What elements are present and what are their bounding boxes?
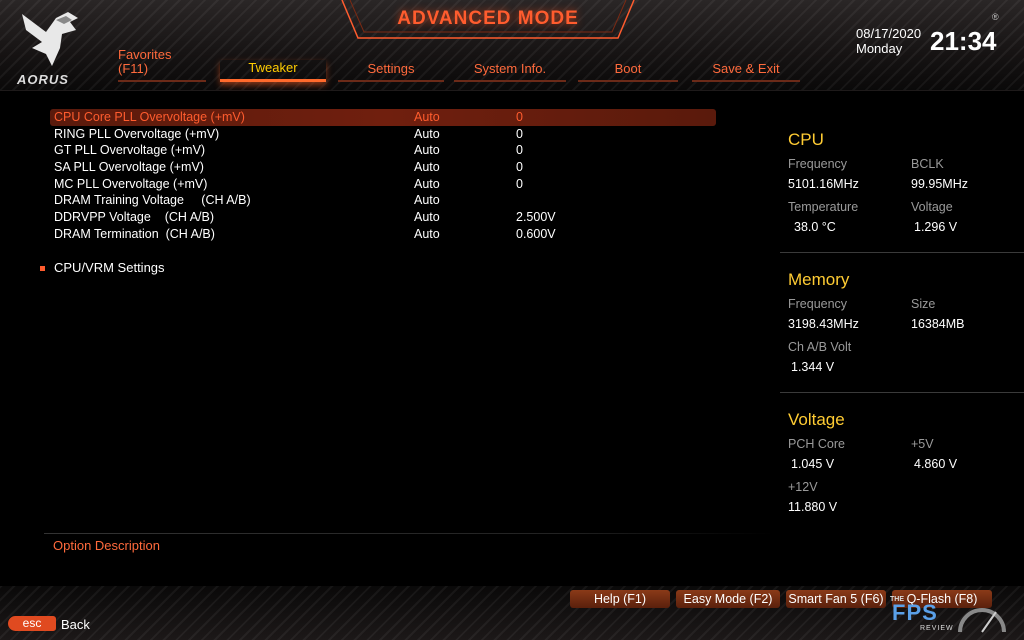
setting-row-dram-termination[interactable]: DRAM Termination (CH A/B) Auto 0.600V [50, 226, 716, 243]
tab-tweaker[interactable]: Tweaker [220, 60, 326, 82]
memory-frequency-label: Frequency [788, 297, 848, 311]
cpu-bclk-label: BCLK [911, 157, 944, 171]
setting-value: 0 [516, 160, 523, 175]
setting-value: 0 [516, 126, 523, 141]
tab-favorites[interactable]: Favorites (F11) [118, 48, 206, 82]
setting-value: 0 [516, 176, 523, 191]
setting-value: 0.600V [516, 226, 556, 241]
panel-divider [780, 392, 1024, 393]
brand-wordmark: AORUS [17, 72, 69, 87]
help-button[interactable]: Help (F1) [570, 590, 670, 608]
speedometer-icon [958, 608, 1006, 633]
setting-row-ring-pll[interactable]: RING PLL Overvoltage (+mV) Auto 0 [50, 126, 716, 143]
setting-value: 0 [516, 143, 523, 158]
setting-mode: Auto [414, 143, 440, 158]
setting-row-ddrvpp-voltage[interactable]: DDRVPP Voltage (CH A/B) Auto 2.500V [50, 209, 716, 226]
setting-label: SA PLL Overvoltage (+mV) [54, 160, 204, 175]
smart-fan-button[interactable]: Smart Fan 5 (F6) [786, 590, 886, 608]
setting-mode: Auto [414, 110, 440, 124]
esc-key-button[interactable]: esc [8, 616, 56, 631]
cpu-temperature-label: Temperature [788, 200, 859, 214]
setting-value: 2.500V [516, 210, 556, 225]
fps-review-watermark: THE FPS REVIEW [890, 596, 1010, 636]
setting-label: CPU Core PLL Overvoltage (+mV) [54, 110, 245, 124]
cpu-frequency-label: Frequency [788, 157, 848, 171]
setting-mode: Auto [414, 226, 440, 241]
clock: 21:34 [930, 26, 997, 56]
setting-label: RING PLL Overvoltage (+mV) [54, 126, 220, 141]
submenu-cpu-vrm-settings[interactable]: CPU/VRM Settings [40, 260, 165, 275]
header-bar: AORUS ADVANCED MODE Favorites (F11) Twea… [0, 0, 1024, 91]
esc-key-label: esc [22, 616, 42, 630]
setting-value: 0 [516, 110, 523, 124]
plus12v-label: +12V [788, 480, 818, 494]
registered-mark: ® [992, 12, 999, 22]
pch-core-value: 1.045 V [791, 457, 835, 471]
memory-section-title: Memory [788, 270, 850, 289]
option-description-title: Option Description [53, 538, 160, 553]
weekday-text: Monday [856, 41, 903, 56]
footer-bar: Help (F1) Easy Mode (F2) Smart Fan 5 (F6… [0, 586, 1024, 640]
memory-size-label: Size [911, 297, 936, 311]
cpu-frequency-value: 5101.16MHz [788, 177, 859, 191]
easy-mode-button[interactable]: Easy Mode (F2) [676, 590, 780, 608]
tab-settings[interactable]: Settings [338, 61, 444, 82]
setting-mode: Auto [414, 160, 440, 175]
panel-divider [780, 252, 1024, 253]
cpu-bclk-value: 99.95MHz [911, 177, 968, 191]
settings-list: CPU Core PLL Overvoltage (+mV) Auto 0 RI… [50, 109, 716, 243]
setting-label: DDRVPP Voltage (CH A/B) [54, 210, 215, 225]
setting-row-dram-training-voltage[interactable]: DRAM Training Voltage (CH A/B) Auto [50, 192, 716, 209]
setting-row-mc-pll[interactable]: MC PLL Overvoltage (+mV) Auto 0 [50, 176, 716, 193]
setting-label: MC PLL Overvoltage (+mV) [54, 176, 208, 191]
voltage-section-title: Voltage [788, 410, 845, 429]
tab-favorites-key: (F11) [118, 61, 149, 76]
setting-row-sa-pll[interactable]: SA PLL Overvoltage (+mV) Auto 0 [50, 159, 716, 176]
cpu-voltage-label: Voltage [911, 200, 953, 214]
setting-row-gt-pll[interactable]: GT PLL Overvoltage (+mV) Auto 0 [50, 142, 716, 159]
back-button[interactable]: Back [61, 617, 90, 632]
date-display: 08/17/2020 Monday [856, 26, 921, 56]
memory-size-value: 16384MB [911, 317, 965, 331]
pch-core-label: PCH Core [788, 437, 845, 451]
setting-mode: Auto [414, 176, 440, 191]
cpu-temperature-value: 38.0 °C [794, 220, 836, 234]
memory-chab-volt-value: 1.344 V [791, 360, 835, 374]
submenu-label: CPU/VRM Settings [54, 260, 165, 275]
setting-row-cpu-core-pll[interactable]: CPU Core PLL Overvoltage (+mV) Auto 0 [50, 109, 716, 126]
tab-system-info[interactable]: System Info. [454, 61, 566, 82]
watermark-fps: FPS [892, 600, 938, 625]
setting-label: DRAM Training Voltage (CH A/B) [54, 193, 251, 208]
plus12v-value: 11.880 V [788, 500, 838, 514]
cpu-section-title: CPU [788, 130, 824, 149]
watermark-review: REVIEW [920, 625, 954, 632]
plus5v-label: +5V [911, 437, 934, 451]
setting-mode: Auto [414, 210, 440, 225]
setting-label: GT PLL Overvoltage (+mV) [54, 143, 206, 158]
tab-boot[interactable]: Boot [578, 61, 678, 82]
mode-title: ADVANCED MODE [397, 8, 579, 29]
memory-chab-volt-label: Ch A/B Volt [788, 340, 852, 354]
submenu-bullet-icon [40, 266, 45, 272]
description-divider [44, 533, 774, 534]
plus5v-value: 4.860 V [914, 457, 958, 471]
tab-favorites-label: Favorites [118, 47, 172, 62]
memory-frequency-value: 3198.43MHz [788, 317, 859, 331]
setting-mode: Auto [414, 193, 440, 208]
date-text: 08/17/2020 [856, 26, 922, 41]
setting-mode: Auto [414, 126, 440, 141]
tab-save-exit[interactable]: Save & Exit [692, 61, 800, 82]
cpu-voltage-value: 1.296 V [914, 220, 958, 234]
main-tabs: Favorites (F11) Tweaker Settings System … [118, 46, 818, 86]
setting-label: DRAM Termination (CH A/B) [54, 226, 215, 241]
